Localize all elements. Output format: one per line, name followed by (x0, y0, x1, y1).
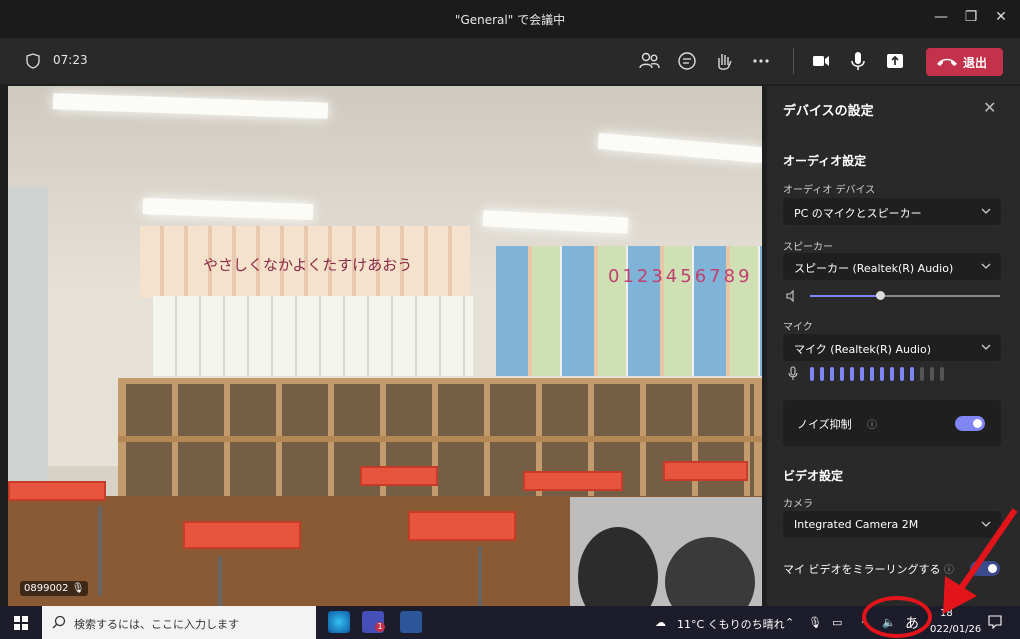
chat-icon[interactable] (674, 48, 700, 74)
mic-level-bar (830, 367, 834, 381)
meeting-toolbar: 07:23 退出 (0, 38, 1020, 84)
shield-icon (26, 53, 40, 69)
speaker-volume-icon (786, 289, 794, 303)
mic-level-bar (870, 367, 874, 381)
mic-level-bar (810, 367, 814, 381)
leave-button[interactable]: 退出 (926, 48, 1003, 76)
word-icon[interactable] (400, 611, 422, 633)
video-stage: やさしくなかよくたすけあおう 0123456789 0899002 🎙 (8, 86, 762, 606)
panel-close-icon[interactable]: ✕ (983, 98, 996, 117)
chevron-up-icon[interactable]: ⌃ (785, 616, 794, 629)
audio-device-select[interactable]: PC のマイクとスピーカー (783, 198, 1001, 225)
clock-date[interactable]: 022/01/26 (930, 624, 981, 635)
mic-muted-icon: 🎙 (71, 583, 85, 594)
mic-label: マイク (783, 322, 813, 333)
speaker-select[interactable]: スピーカー (Realtek(R) Audio) (783, 253, 1001, 280)
video-section-heading: ビデオ設定 (783, 469, 844, 483)
noise-suppression-toggle[interactable] (955, 416, 985, 431)
more-icon[interactable] (748, 48, 774, 74)
leave-label: 退出 (963, 56, 988, 70)
search-icon (52, 615, 66, 629)
desk-tray (523, 471, 623, 491)
chevron-down-icon (981, 344, 991, 350)
camera-label: カメラ (783, 499, 813, 510)
edge-icon[interactable] (328, 611, 350, 633)
battery-icon[interactable]: ▭ (832, 616, 842, 629)
toolbar-divider (793, 48, 794, 74)
phone-hangup-icon (937, 58, 957, 66)
desk-tray (8, 481, 106, 501)
weather-icon[interactable]: ☁ (655, 616, 666, 629)
mic-level-bar (840, 367, 844, 381)
speaker-value: スピーカー (Realtek(R) Audio) (794, 262, 954, 275)
chevron-down-icon (981, 208, 991, 214)
desk-leg (98, 506, 102, 596)
toggle-knob (973, 419, 982, 428)
windows-start-icon[interactable] (14, 616, 28, 630)
raise-hand-icon[interactable] (711, 48, 737, 74)
noise-suppression-row: ノイズ抑制 ⓘ (783, 400, 1001, 446)
camera-value: Integrated Camera 2M (794, 518, 919, 531)
participants-icon[interactable] (637, 48, 663, 74)
desk-leg (218, 556, 222, 606)
panel-title: デバイスの設定 (783, 104, 874, 119)
desk-tray (408, 511, 516, 541)
info-icon[interactable]: ⓘ (867, 416, 877, 431)
self-view-video[interactable] (570, 497, 762, 606)
person-silhouette (665, 537, 755, 606)
mic-tray-icon[interactable]: 🎙 (808, 616, 822, 629)
share-icon[interactable] (882, 48, 908, 74)
teams-badge: 1 (375, 622, 385, 632)
speaker-volume-knob[interactable] (876, 291, 886, 300)
mic-level-bar (850, 367, 854, 381)
desk-tray (360, 466, 438, 486)
mic-level-bar (900, 367, 904, 381)
mic-level-bar (940, 367, 944, 381)
banner-text: やさしくなかよくたすけあおう (203, 256, 413, 274)
wall-papers (153, 296, 473, 376)
shelf-divider (118, 436, 762, 442)
camera-icon[interactable] (808, 48, 834, 74)
desk-tray (183, 521, 301, 549)
weather-text[interactable]: 11°C くもりのち晴れ (677, 616, 785, 632)
mic-level-icon (788, 366, 798, 380)
mic-icon[interactable] (845, 48, 871, 74)
mic-level-bar (820, 367, 824, 381)
search-placeholder: 検索するには、ここに入力します (74, 618, 239, 631)
audio-device-value: PC のマイクとスピーカー (794, 207, 922, 220)
noise-suppression-label: ノイズ抑制 (797, 418, 852, 431)
mirror-video-text: マイ ビデオをミラーリングする (783, 563, 941, 576)
person-silhouette (578, 527, 658, 606)
speaker-volume-fill (810, 295, 881, 297)
audio-device-label: オーディオ デバイス (783, 185, 876, 196)
desk-leg (478, 546, 482, 606)
mic-level-bar (890, 367, 894, 381)
teams-icon[interactable]: 1 (362, 611, 385, 633)
mic-level-bar (930, 367, 934, 381)
mic-value: マイク (Realtek(R) Audio) (794, 343, 932, 356)
mic-level-bar (920, 367, 924, 381)
meeting-timer: 07:23 (53, 53, 88, 67)
mic-level-bar (880, 367, 884, 381)
annotation-circle (862, 596, 932, 638)
mic-level-bar (910, 367, 914, 381)
chevron-down-icon (981, 263, 991, 269)
mic-select[interactable]: マイク (Realtek(R) Audio) (783, 334, 1001, 361)
annotation-arrow (943, 508, 1018, 614)
mirror-video-label: マイ ビデオをミラーリングする ⓘ (783, 561, 954, 577)
minimize-icon[interactable]: — (930, 6, 952, 28)
audio-section-heading: オーディオ設定 (783, 154, 867, 168)
wall-numbers: 0123456789 (608, 266, 753, 287)
window-title: "General" で会議中 (454, 13, 566, 27)
window-title-bar: "General" で会議中 — ❐ ✕ (0, 0, 1020, 38)
restore-icon[interactable]: ❐ (960, 6, 982, 28)
desk-tray (663, 461, 748, 481)
taskbar-search-box[interactable]: 検索するには、ここに入力します (42, 606, 316, 639)
participant-name: 0899002 (24, 583, 69, 594)
participant-name-tag: 0899002 🎙 (20, 581, 89, 596)
close-icon[interactable]: ✕ (990, 6, 1012, 28)
speaker-label: スピーカー (783, 242, 833, 253)
mic-level-bar (860, 367, 864, 381)
